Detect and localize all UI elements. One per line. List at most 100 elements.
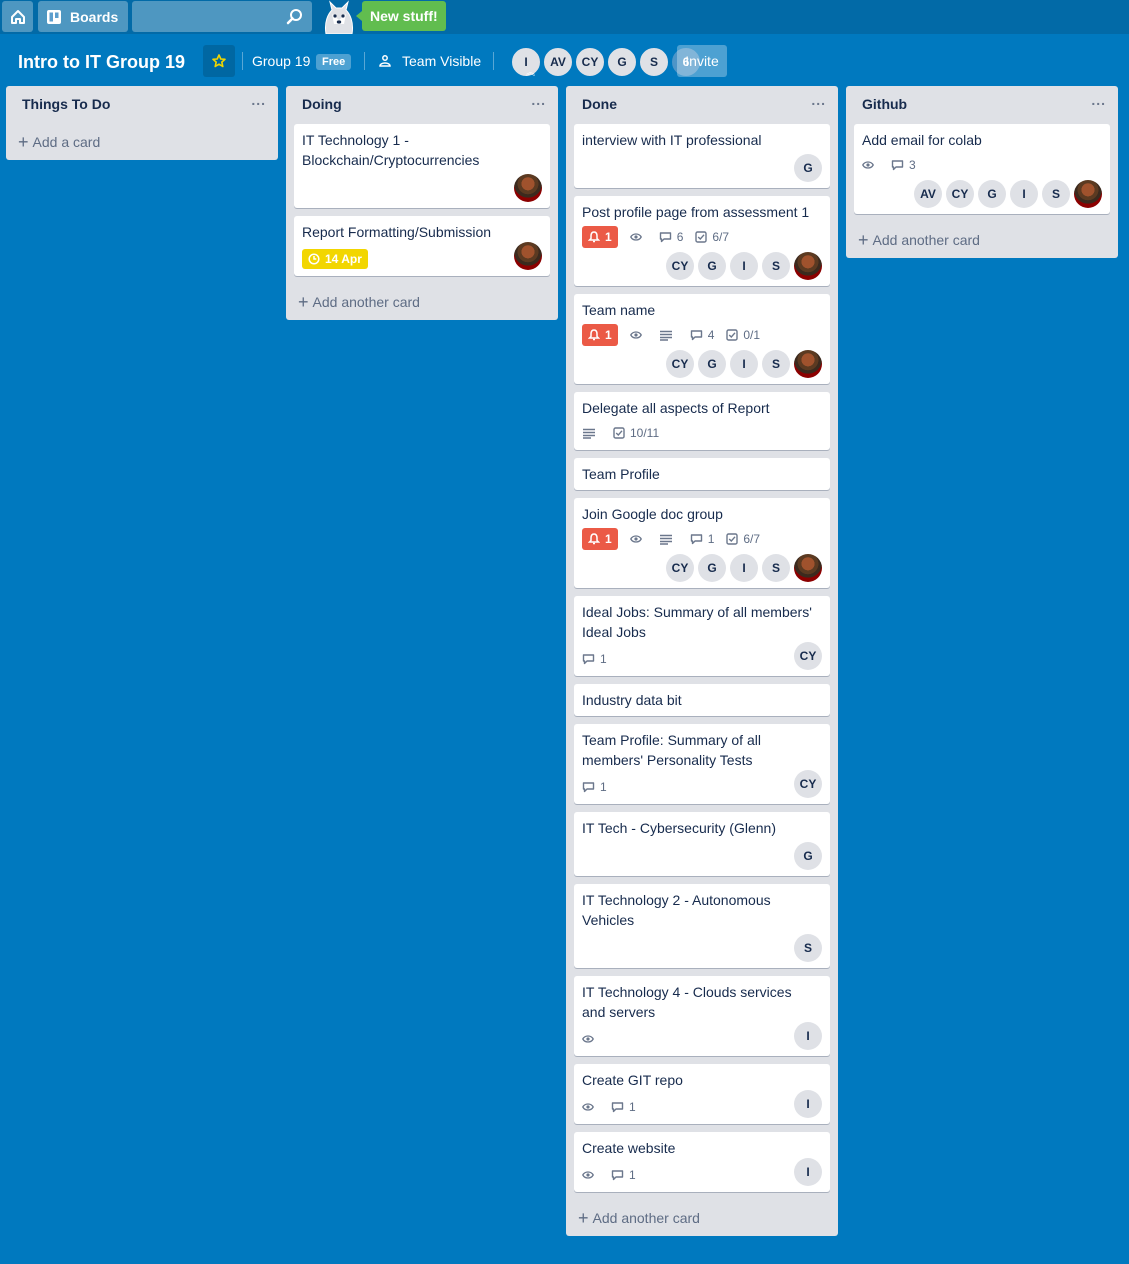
member-avatar[interactable]: I <box>794 1158 822 1186</box>
member-avatar[interactable]: G <box>978 180 1006 208</box>
list-menu-icon[interactable]: ... <box>811 92 826 108</box>
card[interactable]: Add email for colab 3 AV CY G I S <box>854 124 1110 214</box>
add-card-button[interactable]: + Add another card <box>286 284 558 320</box>
watching-badge <box>629 232 647 242</box>
card-badges: 1 6 6/7 <box>582 226 822 248</box>
member-avatar[interactable]: I <box>730 252 758 280</box>
taco-mascot-icon[interactable] <box>318 0 360 34</box>
member-avatar[interactable]: CY <box>666 350 694 378</box>
visibility-label: Team Visible <box>402 53 482 69</box>
card[interactable]: Team Profile: Summary of all members' Pe… <box>574 724 830 804</box>
comments-badge: 3 <box>891 158 916 172</box>
member-avatar[interactable]: CY <box>575 47 605 77</box>
member-avatar[interactable]: I <box>794 1022 822 1050</box>
list-title[interactable]: Things To Do <box>22 96 110 112</box>
list-title[interactable]: Github <box>862 96 907 112</box>
card[interactable]: IT Technology 1 - Blockchain/Cryptocurre… <box>294 124 550 208</box>
member-photo-avatar[interactable] <box>1074 180 1102 208</box>
card-badges: 3 <box>862 154 1102 176</box>
member-avatar[interactable]: CY <box>794 642 822 670</box>
member-photo-avatar[interactable] <box>514 174 542 202</box>
member-avatar[interactable]: G <box>698 252 726 280</box>
member-avatar[interactable]: G <box>794 154 822 182</box>
card-members: AV CY G I S <box>862 180 1102 208</box>
list-title[interactable]: Done <box>582 96 617 112</box>
member-avatar[interactable]: S <box>762 252 790 280</box>
add-card-button[interactable]: + Add a card <box>6 124 278 160</box>
member-avatar[interactable]: S <box>1042 180 1070 208</box>
member-avatar[interactable]: AV <box>914 180 942 208</box>
list-header[interactable]: Done... <box>566 86 838 124</box>
card[interactable]: interview with IT professional G <box>574 124 830 188</box>
card[interactable]: IT Technology 2 - Autonomous Vehicles S <box>574 884 830 968</box>
new-stuff-button[interactable]: New stuff! <box>356 1 446 31</box>
member-avatar[interactable]: S <box>794 934 822 962</box>
member-avatar[interactable]: I <box>1010 180 1038 208</box>
home-button[interactable] <box>2 1 33 32</box>
card[interactable]: Team Profile <box>574 458 830 490</box>
card[interactable]: Delegate all aspects of Report 10/11 <box>574 392 830 450</box>
member-avatar[interactable]: S <box>639 47 669 77</box>
notification-badge[interactable]: 1 <box>582 226 618 248</box>
card[interactable]: Report Formatting/Submission 14 Apr <box>294 216 550 276</box>
board-title[interactable]: Intro to IT Group 19 <box>18 50 185 74</box>
due-date-badge[interactable]: 14 Apr <box>302 249 368 269</box>
list-title[interactable]: Doing <box>302 96 342 112</box>
card[interactable]: Ideal Jobs: Summary of all members' Idea… <box>574 596 830 676</box>
visibility-button[interactable]: Team Visible <box>378 52 481 70</box>
card[interactable]: Team name 1 4 0/1 CY G I S <box>574 294 830 384</box>
card[interactable]: IT Tech - Cybersecurity (Glenn) G <box>574 812 830 876</box>
member-avatar[interactable]: S <box>762 350 790 378</box>
list-menu-icon[interactable]: ... <box>1091 92 1106 108</box>
description-icon <box>582 428 601 439</box>
card-members: CY G I S <box>582 252 822 280</box>
boards-label: Boards <box>70 8 119 25</box>
search-icon[interactable] <box>286 8 304 26</box>
member-photo-avatar[interactable] <box>794 252 822 280</box>
member-avatar[interactable]: G <box>794 842 822 870</box>
member-avatar[interactable]: CY <box>666 554 694 582</box>
invite-button[interactable]: Invite <box>677 45 727 77</box>
bell-icon <box>588 533 605 545</box>
member-avatar[interactable]: CY <box>794 770 822 798</box>
add-card-button[interactable]: + Add another card <box>566 1200 838 1236</box>
member-avatar[interactable]: G <box>698 350 726 378</box>
member-photo-avatar[interactable] <box>794 554 822 582</box>
member-avatar[interactable]: CY <box>946 180 974 208</box>
card[interactable]: Join Google doc group 1 1 6/7 CY G I S <box>574 498 830 588</box>
notification-badge[interactable]: 1 <box>582 324 618 346</box>
comment-icon <box>611 1169 629 1181</box>
team-name-button[interactable]: Group 19 <box>252 52 310 70</box>
card[interactable]: Post profile page from assessment 1 1 6 6/7… <box>574 196 830 286</box>
notification-badge[interactable]: 1 <box>582 528 618 550</box>
member-avatar[interactable]: G <box>607 47 637 77</box>
member-photo-avatar[interactable] <box>794 350 822 378</box>
boards-button[interactable]: Boards <box>38 1 128 32</box>
list-header[interactable]: Github... <box>846 86 1118 124</box>
card-badges: 1 1 6/7 <box>582 528 822 550</box>
card[interactable]: Create GIT repo 1 I <box>574 1064 830 1124</box>
member-avatar[interactable]: AV <box>543 47 573 77</box>
member-photo-avatar[interactable] <box>514 242 542 270</box>
list-header[interactable]: Doing... <box>286 86 558 124</box>
member-avatar[interactable]: G <box>698 554 726 582</box>
add-card-button[interactable]: + Add another card <box>846 222 1118 258</box>
member-avatar[interactable]: CY <box>666 252 694 280</box>
member-avatar[interactable]: I <box>794 1090 822 1118</box>
card-title: Industry data bit <box>582 692 682 708</box>
list-menu-icon[interactable]: ... <box>531 92 546 108</box>
search-input[interactable] <box>132 1 312 32</box>
list-menu-icon[interactable]: ... <box>251 92 266 108</box>
card[interactable]: IT Technology 4 - Clouds services and se… <box>574 976 830 1056</box>
boards-icon <box>47 9 61 24</box>
card[interactable]: Industry data bit <box>574 684 830 716</box>
watching-badge <box>629 534 647 544</box>
card[interactable]: Create website 1 I <box>574 1132 830 1192</box>
star-board-button[interactable] <box>203 45 235 77</box>
card-title: Team name <box>582 302 656 318</box>
member-avatar[interactable]: I <box>730 554 758 582</box>
member-avatar[interactable]: S <box>762 554 790 582</box>
list-header[interactable]: Things To Do... <box>6 86 278 124</box>
member-avatar[interactable]: I <box>730 350 758 378</box>
card-title: IT Technology 2 - Autonomous Vehicles <box>582 892 771 928</box>
